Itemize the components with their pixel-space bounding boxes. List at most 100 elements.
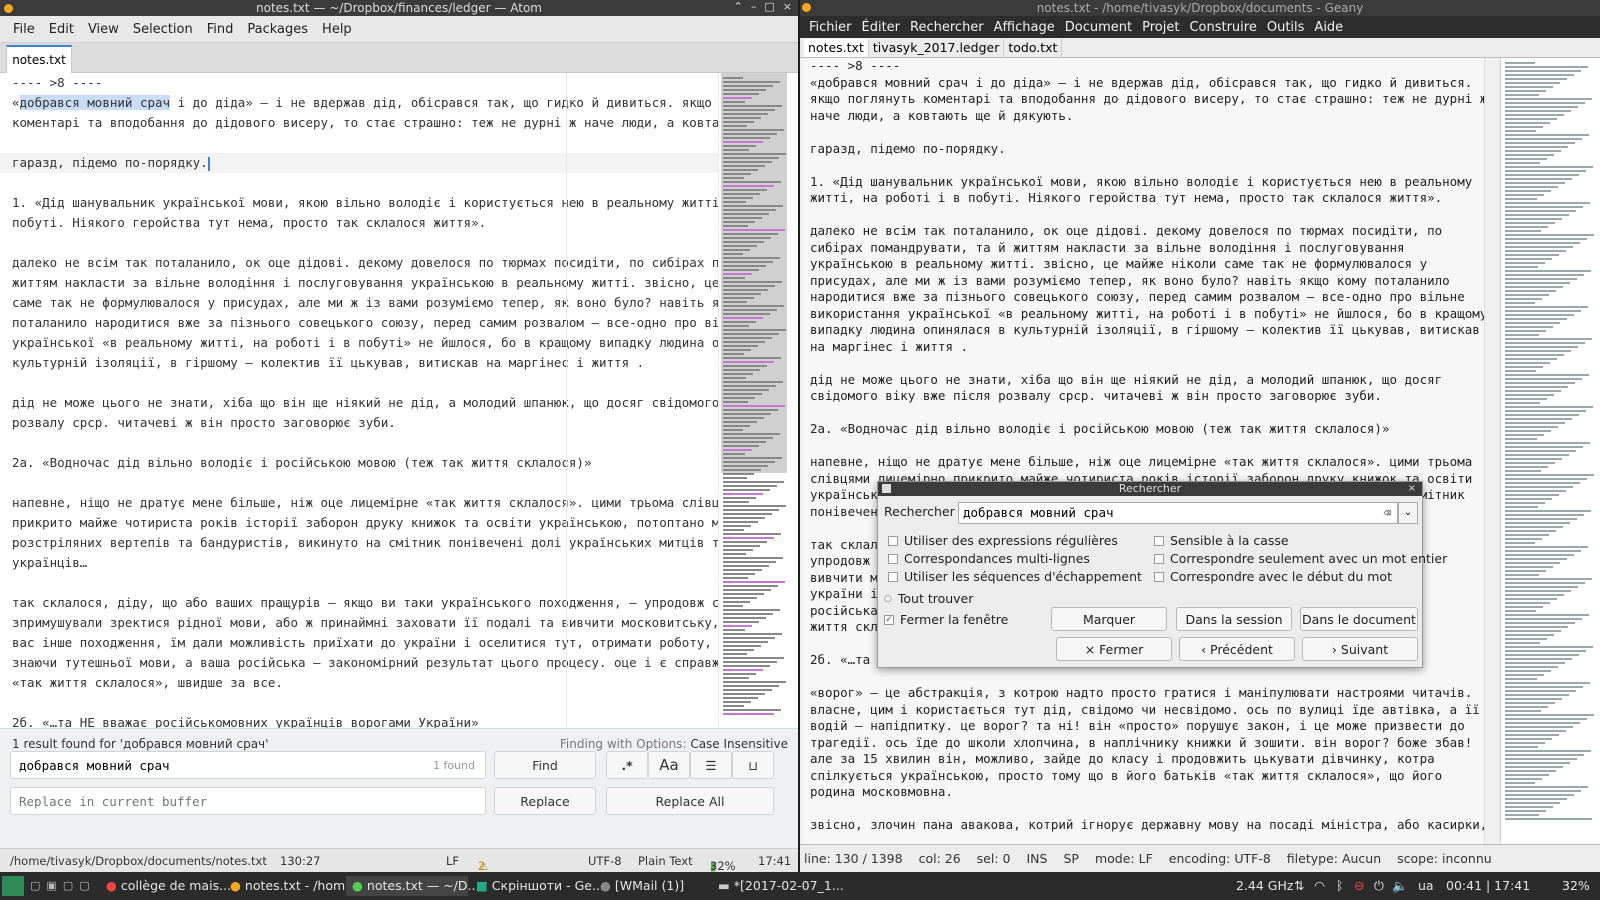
taskbar-item[interactable]: ▬ *[2017-02-07_1... <box>712 876 844 896</box>
in-session-button[interactable]: Dans la session <box>1176 607 1292 631</box>
atom-titlebar[interactable]: notes.txt — ~/Dropbox/finances/ledger — … <box>0 0 798 16</box>
regex-toggle-button[interactable]: .* <box>606 751 648 779</box>
opt-escape[interactable]: Utiliser les séquences d'échappement <box>888 569 1142 584</box>
network-icon[interactable]: ⇅ <box>1294 878 1304 893</box>
geany-minimap[interactable] <box>1500 58 1600 844</box>
dialog-search-input[interactable]: добрався мовний срач ⌫ <box>958 502 1398 524</box>
tab-notes-txt[interactable]: notes.txt <box>804 39 869 57</box>
status-grammar[interactable]: Plain Text <box>638 854 693 868</box>
menu-find[interactable]: Find <box>200 22 241 37</box>
find-button[interactable]: Find <box>494 751 596 779</box>
status-line-ending[interactable]: LF <box>446 854 459 868</box>
status-file-path[interactable]: /home/tivasyk/Dropbox/documents/notes.tx… <box>10 854 267 868</box>
minimap-line <box>723 481 784 483</box>
battery-percent[interactable]: 32% <box>1562 878 1590 893</box>
taskbar-item[interactable]: ■ Скріншоти - Ge... <box>470 876 604 896</box>
opt-regex[interactable]: Utiliser des expressions régulières <box>888 533 1118 548</box>
geany-titlebar[interactable]: notes.txt - /home/tivasyk/Dropbox/docume… <box>800 0 1600 16</box>
minimap-line <box>1505 322 1560 324</box>
case-sensitive-toggle-button[interactable]: Aa <box>648 751 690 779</box>
menu-packages[interactable]: Packages <box>240 22 315 37</box>
replace-button[interactable]: Replace <box>494 787 596 815</box>
in-document-button[interactable]: Dans le document <box>1300 607 1418 631</box>
status-encoding[interactable]: UTF-8 <box>588 854 622 868</box>
menu-aide[interactable]: Aide <box>1309 20 1348 35</box>
bluetooth-icon[interactable]: ᛒ <box>1336 878 1344 893</box>
keyboard-layout[interactable]: ua <box>1418 878 1434 893</box>
workspace-1-icon[interactable]: ▢ <box>30 879 40 892</box>
opt-whole-word[interactable]: Correspondre seulement avec un mot entie… <box>1154 551 1447 566</box>
dialog-search-query: добрався мовний срач <box>963 505 1114 520</box>
find-all-expander[interactable]: ○ Tout trouver <box>884 591 973 606</box>
minimap-line <box>723 485 777 487</box>
menu-file[interactable]: File <box>6 22 42 37</box>
keep-above-icon[interactable]: ⌃ <box>734 0 743 13</box>
minimap-line <box>1505 638 1547 640</box>
tab-notes-txt[interactable]: notes.txt <box>6 45 72 73</box>
minimap-line <box>1505 334 1539 336</box>
opt-case[interactable]: Sensible à la casse <box>1154 533 1289 548</box>
tab-todo-txt[interactable]: todo.txt <box>1004 39 1063 57</box>
menu-rechercher[interactable]: Rechercher <box>905 20 989 35</box>
taskbar-item-active[interactable]: ● notes.txt — ~/D... <box>346 876 479 896</box>
tab-tivasyk-2017-ledger[interactable]: tivasyk_2017.ledger <box>869 39 1005 57</box>
menu-help[interactable]: Help <box>315 22 359 37</box>
minimap-line <box>723 621 759 623</box>
history-dropdown-button[interactable]: ⌄ <box>1398 502 1418 524</box>
dialog-titlebar[interactable]: Rechercher × <box>878 482 1422 496</box>
power-icon[interactable]: ⏻ <box>1374 878 1384 894</box>
workspace-3-icon[interactable]: ▢ <box>63 879 73 892</box>
editor-line: саме так не формулювалося у присудах, ал… <box>12 295 718 310</box>
geany-fold-margin[interactable] <box>1484 58 1500 844</box>
minimap-line <box>1505 386 1568 388</box>
replace-field[interactable] <box>19 793 485 809</box>
wifi-icon[interactable]: ◠ <box>1314 878 1325 893</box>
close-icon[interactable]: × <box>783 0 792 13</box>
app-menu-icon[interactable] <box>2 876 24 896</box>
opt-close-window[interactable]: ✓ Fermer la fenêtre <box>884 612 1008 627</box>
dialog-menu-icon[interactable] <box>882 484 891 493</box>
find-input[interactable]: добрався мовний срач 1 found <box>10 751 486 779</box>
mark-button[interactable]: Marquer <box>1051 607 1167 631</box>
menu-fichier[interactable]: Fichier <box>804 20 857 35</box>
volume-icon[interactable]: 🔈 <box>1392 878 1408 894</box>
window-menu-icon[interactable] <box>802 3 811 12</box>
taskbar-item[interactable]: ● [WMail (1)] <box>594 876 704 896</box>
replace-all-button[interactable]: Replace All <box>606 787 774 815</box>
clock[interactable]: 00:41 | 17:41 <box>1446 878 1530 893</box>
clear-input-icon[interactable]: ⌫ <box>1383 503 1391 523</box>
close-button[interactable]: × Fermer <box>1056 637 1172 661</box>
atom-editor[interactable]: ---- >8 ---- «добрався мовний срач і до д… <box>0 73 718 728</box>
workspace-2-icon[interactable]: ▣ <box>46 879 56 892</box>
whole-word-toggle-button[interactable]: ⊔ <box>732 751 774 779</box>
notification-icon[interactable]: ⊖ <box>1354 878 1364 893</box>
menu-construire[interactable]: Construire <box>1184 20 1261 35</box>
menu-document[interactable]: Document <box>1060 20 1137 35</box>
opt-word-start[interactable]: Correspondre avec le début du mot <box>1154 569 1392 584</box>
status-cursor-position[interactable]: 130:27 <box>280 854 320 868</box>
in-selection-toggle-button[interactable]: ☰ <box>690 751 732 779</box>
menu-edit[interactable]: Edit <box>42 22 81 37</box>
menu-outils[interactable]: Outils <box>1262 20 1310 35</box>
next-button[interactable]: › Suivant <box>1302 637 1418 661</box>
menu-éditer[interactable]: Éditer <box>857 20 906 35</box>
geany-editor[interactable]: ---- >8 ---- «добрався мовний срач і до д… <box>802 58 1484 844</box>
atom-minimap[interactable] <box>718 73 788 728</box>
geany-find-dialog: Rechercher × Rechercher : добрався мовни… <box>877 481 1447 668</box>
menu-selection[interactable]: Selection <box>126 22 200 37</box>
maximize-icon[interactable]: □ <box>764 0 774 13</box>
menu-projet[interactable]: Projet <box>1137 20 1184 35</box>
taskbar-item[interactable]: ● collège de mais... <box>100 876 231 896</box>
minimap-line <box>723 317 763 319</box>
previous-button[interactable]: ‹ Précédent <box>1179 637 1295 661</box>
workspace-4-icon[interactable]: ▢ <box>79 879 89 892</box>
taskbar-item[interactable]: ● notes.txt - /hom... <box>224 876 357 896</box>
checkbox-icon <box>888 553 898 564</box>
menu-affichage[interactable]: Affichage <box>989 20 1060 35</box>
menu-view[interactable]: View <box>81 22 126 37</box>
dialog-close-icon[interactable]: × <box>1408 482 1416 496</box>
minimap-line <box>723 669 763 671</box>
editor-line: звісно, злочин пана авакова, котрий ігно… <box>810 817 1484 832</box>
replace-input[interactable] <box>10 787 486 815</box>
minimize-icon[interactable]: – <box>751 0 757 13</box>
